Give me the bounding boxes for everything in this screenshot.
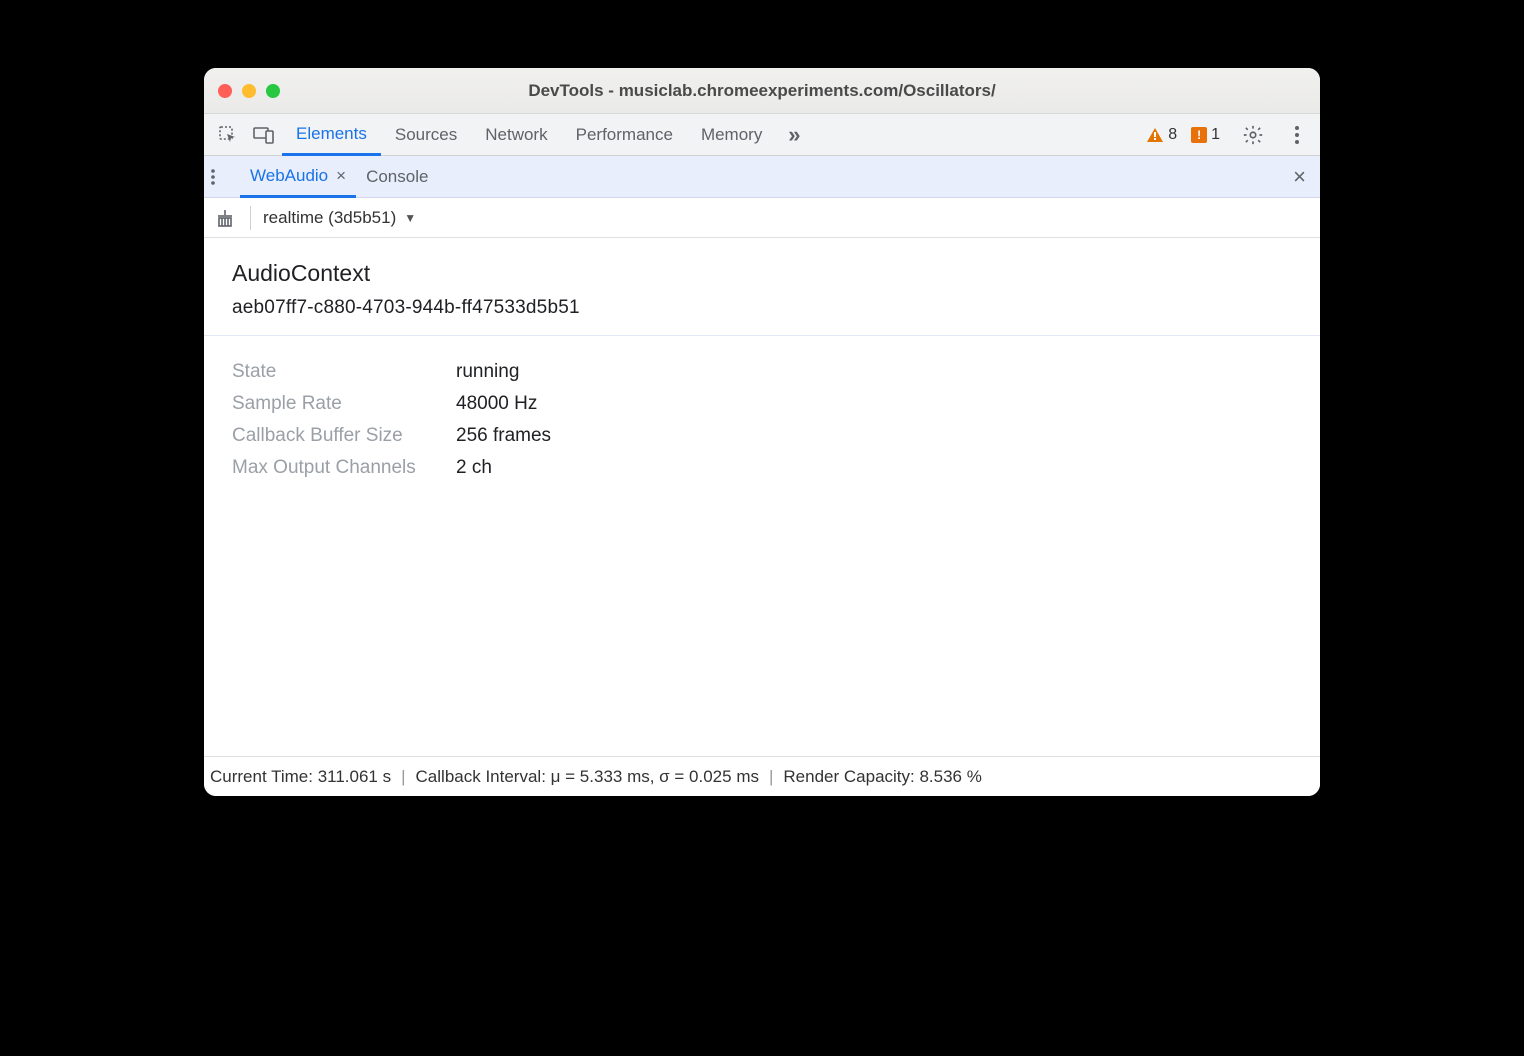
tab-elements[interactable]: Elements — [282, 115, 381, 156]
prop-label: State — [232, 356, 444, 388]
drawer-tabbar: WebAudio × Console × — [204, 156, 1320, 198]
context-type: AudioContext — [232, 260, 1292, 287]
prop-row-channels: Max Output Channels 2 ch — [232, 452, 1292, 484]
prop-value: running — [456, 356, 519, 388]
prop-label: Sample Rate — [232, 388, 444, 420]
main-tabbar: Elements Sources Network Performance Mem… — [204, 114, 1320, 156]
tab-sources-label: Sources — [395, 125, 457, 145]
issues-count: 1 — [1211, 126, 1220, 144]
separator: | — [399, 767, 407, 787]
warnings-badge[interactable]: 8 — [1146, 126, 1177, 144]
garbage-collect-icon[interactable] — [216, 208, 234, 228]
context-properties: State running Sample Rate 48000 Hz Callb… — [204, 336, 1320, 504]
status-callback-interval: Callback Interval: μ = 5.333 ms, σ = 0.0… — [416, 767, 759, 787]
context-selector-label: realtime (3d5b51) — [263, 208, 396, 228]
prop-value: 256 frames — [456, 420, 551, 452]
tab-network[interactable]: Network — [471, 114, 561, 155]
prop-label: Callback Buffer Size — [232, 420, 444, 452]
drawer-more-icon[interactable] — [210, 168, 240, 186]
alerts-area: 8 ! 1 — [1146, 124, 1314, 146]
status-current-time: Current Time: 311.061 s — [210, 767, 391, 787]
drawer-tab-webaudio[interactable]: WebAudio × — [240, 157, 356, 198]
titlebar: DevTools - musiclab.chromeexperiments.co… — [204, 68, 1320, 114]
tab-elements-label: Elements — [296, 124, 367, 144]
drawer-tab-console[interactable]: Console — [356, 156, 438, 197]
webaudio-content: AudioContext aeb07ff7-c880-4703-944b-ff4… — [204, 238, 1320, 756]
more-tabs-icon[interactable]: » — [776, 117, 812, 153]
traffic-lights — [218, 84, 280, 98]
more-menu-icon[interactable] — [1286, 125, 1308, 145]
inspect-element-icon[interactable] — [210, 117, 246, 153]
context-header: AudioContext aeb07ff7-c880-4703-944b-ff4… — [204, 238, 1320, 336]
divider — [250, 206, 251, 230]
context-uuid: aeb07ff7-c880-4703-944b-ff47533d5b51 — [232, 297, 1292, 319]
prop-value: 48000 Hz — [456, 388, 537, 420]
tab-memory-label: Memory — [701, 125, 762, 145]
warnings-count: 8 — [1168, 126, 1177, 144]
tab-network-label: Network — [485, 125, 547, 145]
chevron-down-icon: ▼ — [404, 211, 416, 225]
window-title: DevTools - musiclab.chromeexperiments.co… — [204, 81, 1320, 101]
devtools-window: DevTools - musiclab.chromeexperiments.co… — [204, 68, 1320, 796]
prop-value: 2 ch — [456, 452, 492, 484]
issues-badge[interactable]: ! 1 — [1191, 126, 1220, 144]
tab-memory[interactable]: Memory — [687, 114, 776, 155]
statusbar: Current Time: 311.061 s | Callback Inter… — [204, 756, 1320, 796]
warning-triangle-icon — [1146, 127, 1164, 143]
prop-row-samplerate: Sample Rate 48000 Hz — [232, 388, 1292, 420]
settings-button[interactable] — [1234, 124, 1272, 146]
prop-row-buffer: Callback Buffer Size 256 frames — [232, 420, 1292, 452]
prop-row-state: State running — [232, 356, 1292, 388]
tab-performance[interactable]: Performance — [562, 114, 687, 155]
close-icon[interactable]: × — [336, 166, 346, 186]
zoom-window-button[interactable] — [266, 84, 280, 98]
context-selector[interactable]: realtime (3d5b51) ▼ — [263, 208, 416, 228]
issue-square-icon: ! — [1191, 127, 1207, 143]
status-render-capacity: Render Capacity: 8.536 % — [783, 767, 981, 787]
webaudio-toolbar: realtime (3d5b51) ▼ — [204, 198, 1320, 238]
tab-performance-label: Performance — [576, 125, 673, 145]
tab-sources[interactable]: Sources — [381, 114, 471, 155]
device-toolbar-icon[interactable] — [246, 117, 282, 153]
drawer-tab-console-label: Console — [366, 167, 428, 187]
separator: | — [767, 767, 775, 787]
drawer-tab-webaudio-label: WebAudio — [250, 166, 328, 186]
drawer-close-icon[interactable]: × — [1285, 164, 1314, 190]
close-window-button[interactable] — [218, 84, 232, 98]
prop-label: Max Output Channels — [232, 452, 444, 484]
minimize-window-button[interactable] — [242, 84, 256, 98]
